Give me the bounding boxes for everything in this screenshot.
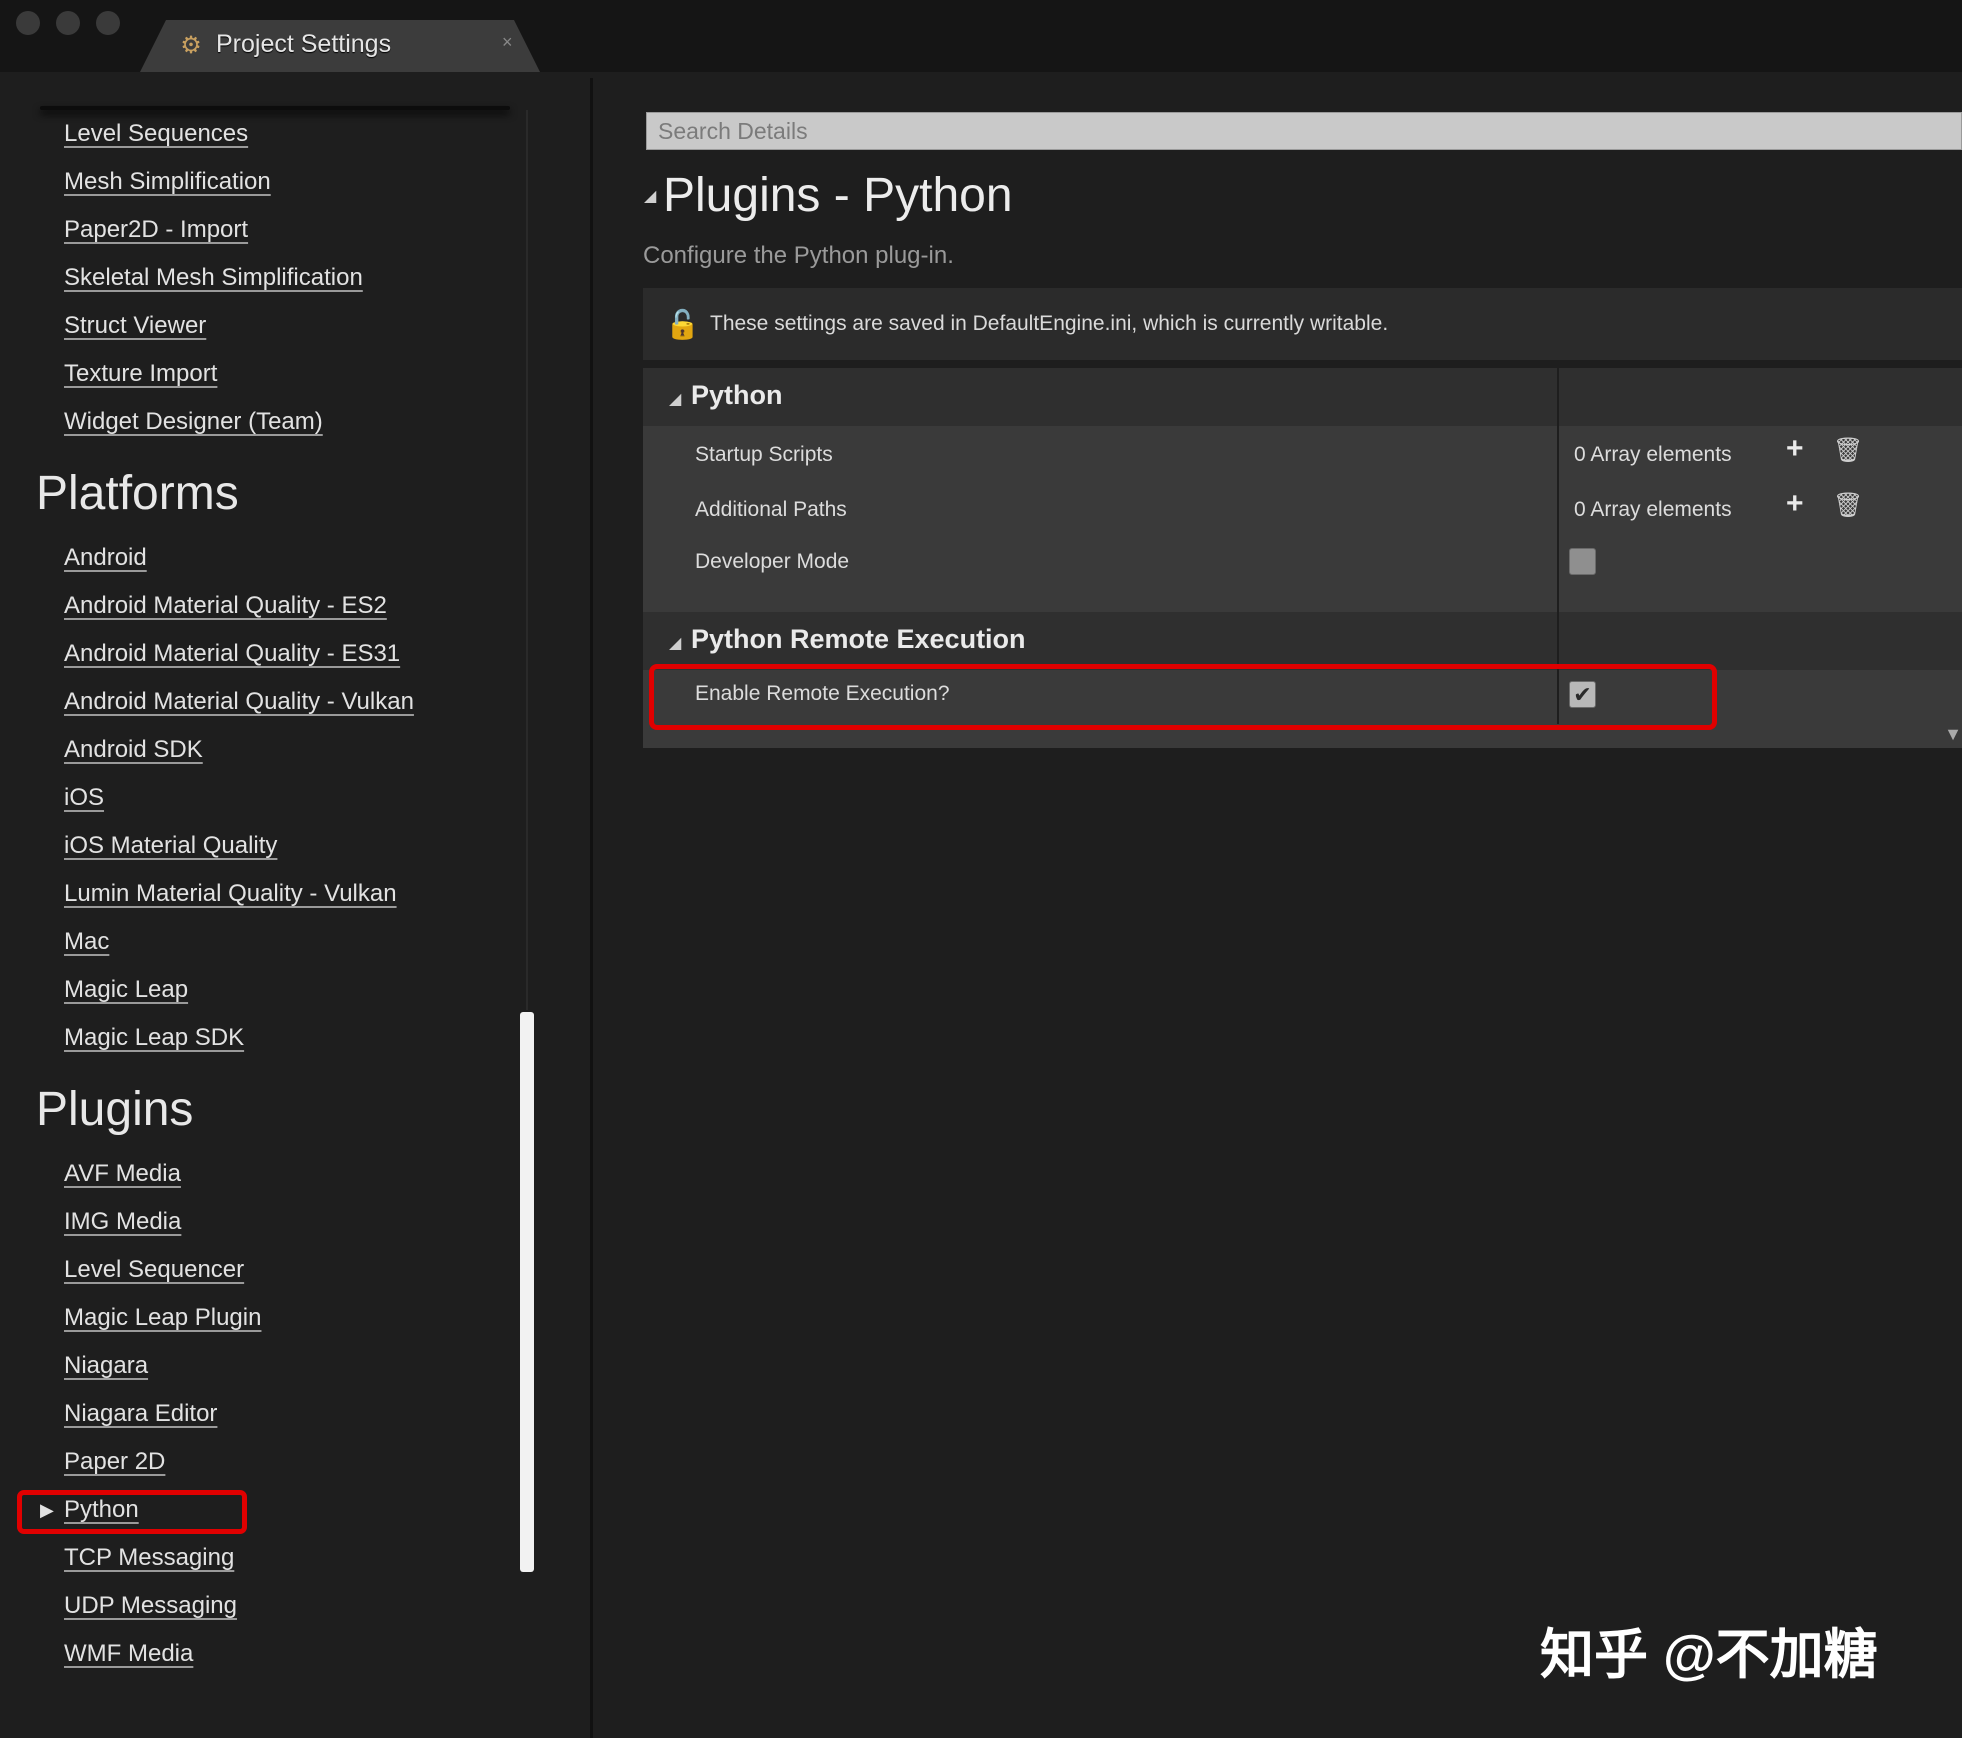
sidebar-item-level-sequences[interactable]: Level Sequences [64,120,248,148]
sidebar-item-paper-2d[interactable]: Paper 2D [64,1448,165,1476]
property-label-developer-mode: Developer Mode [695,550,850,573]
column-splitter[interactable] [1557,612,1559,670]
window-zoom-dot[interactable] [96,11,120,35]
sidebar-item-wmf-media[interactable]: WMF Media [64,1640,193,1668]
sidebar-item-ios[interactable]: iOS [64,784,104,812]
sidebar-item-niagara-editor[interactable]: Niagara Editor [64,1400,217,1428]
project-settings-icon: ⚙ [180,31,202,59]
scroll-shadow [40,106,510,110]
page-description: Configure the Python plug-in. [643,242,954,269]
array-count-additional-paths: 0 Array elements [1574,498,1732,521]
close-icon[interactable]: × [502,32,513,53]
watermark-text: 知乎 @不加糖 [1540,1625,1878,1685]
chevron-down-icon[interactable]: ▼ [1944,724,1962,745]
sidebar-item-skeletal-mesh-simplification[interactable]: Skeletal Mesh Simplification [64,264,363,292]
sidebar-item-android-sdk[interactable]: Android SDK [64,736,203,764]
sidebar-scroll-track[interactable] [526,110,528,1010]
sidebar-item-android[interactable]: Android [64,544,147,572]
sidebar-item-mesh-simplification[interactable]: Mesh Simplification [64,168,271,196]
sidebar-item-udp-messaging[interactable]: UDP Messaging [64,1592,237,1620]
sidebar-item-android-material-es2[interactable]: Android Material Quality - ES2 [64,592,387,620]
sidebar-item-texture-import[interactable]: Texture Import [64,360,217,388]
tab-project-settings[interactable]: ⚙ Project Settings × [140,20,540,72]
python-highlight-box [17,1490,247,1534]
add-element-button[interactable]: + [1786,432,1804,466]
sidebar-item-magic-leap[interactable]: Magic Leap [64,976,188,1004]
trash-icon[interactable]: 🗑 [1833,491,1863,520]
sidebar-item-img-media[interactable]: IMG Media [64,1208,181,1236]
page-title: Plugins - Python [663,169,1013,222]
column-splitter[interactable] [1557,368,1559,426]
property-label-additional-paths: Additional Paths [695,498,847,521]
sidebar-item-magic-leap-sdk[interactable]: Magic Leap SDK [64,1024,244,1052]
python-properties: Startup Scripts 0 Array elements + 🗑 Add… [643,426,1962,612]
sidebar-item-widget-designer-team[interactable]: Widget Designer (Team) [64,408,323,436]
sidebar-item-ios-material-quality[interactable]: iOS Material Quality [64,832,277,860]
config-info-bar: 🔓 These settings are saved in DefaultEng… [643,288,1962,360]
sidebar-item-android-material-vulkan[interactable]: Android Material Quality - Vulkan [64,688,414,716]
sidebar-item-lumin-material-vulkan[interactable]: Lumin Material Quality - Vulkan [64,880,397,908]
window-titlebar: ⚙ Project Settings × [0,0,1962,72]
developer-mode-checkbox[interactable] [1569,548,1596,575]
sidebar-scrollbar[interactable] [520,1012,534,1572]
category-title: Python [691,380,783,410]
remote-execution-highlight-box [649,664,1717,730]
sidebar-item-android-material-es31[interactable]: Android Material Quality - ES31 [64,640,400,668]
settings-sidebar: Level Sequences Mesh Simplification Pape… [0,72,545,1738]
category-python-remote-execution[interactable]: ◢ Python Remote Execution [643,612,1962,670]
category-title: Python Remote Execution [691,624,1026,654]
sidebar-item-mac[interactable]: Mac [64,928,109,956]
property-label-startup-scripts: Startup Scripts [695,443,833,466]
collapse-arrow-icon[interactable]: ◢ [644,186,656,206]
panel-divider[interactable] [590,78,593,1738]
tab-title: Project Settings [216,30,392,58]
collapse-arrow-icon[interactable]: ◢ [669,389,681,409]
window-close-dot[interactable] [16,11,40,35]
sidebar-item-magic-leap-plugin[interactable]: Magic Leap Plugin [64,1304,261,1332]
collapse-arrow-icon[interactable]: ◢ [669,633,681,653]
sidebar-item-level-sequencer[interactable]: Level Sequencer [64,1256,244,1284]
sidebar-item-struct-viewer[interactable]: Struct Viewer [64,312,206,340]
column-splitter[interactable] [1557,426,1559,612]
sidebar-item-tcp-messaging[interactable]: TCP Messaging [64,1544,234,1572]
window-minimize-dot[interactable] [56,11,80,35]
category-python[interactable]: ◢ Python [643,368,1962,426]
plugins-heading: Plugins [36,1083,194,1136]
unlock-icon: 🔓 [665,309,700,340]
trash-icon[interactable]: 🗑 [1833,436,1863,465]
config-info-text: These settings are saved in DefaultEngin… [710,312,1389,335]
array-count-startup-scripts: 0 Array elements [1574,443,1732,466]
platforms-heading: Platforms [36,467,239,520]
add-element-button[interactable]: + [1786,487,1804,521]
search-details-input[interactable]: Search Details [646,112,1962,150]
sidebar-item-avf-media[interactable]: AVF Media [64,1160,181,1188]
sidebar-item-paper2d-import[interactable]: Paper2D - Import [64,216,248,244]
sidebar-item-niagara[interactable]: Niagara [64,1352,148,1380]
